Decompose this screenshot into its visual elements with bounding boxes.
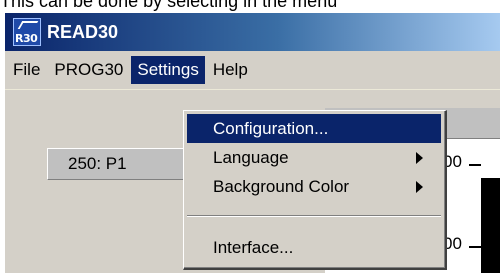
window-title: READ30	[47, 21, 119, 42]
plot-dark-panel	[481, 178, 500, 273]
app-window: R30 READ30 File PROG30 Settings Help 250…	[5, 13, 500, 273]
app-logo-icon: R30	[13, 18, 41, 46]
menu-item-label: Background Color	[213, 176, 350, 196]
menu-file[interactable]: File	[7, 56, 46, 84]
page-caption: This can be done by selecting in the men…	[0, 0, 338, 11]
menu-item-interface[interactable]: Interface...	[187, 233, 441, 262]
menu-item-background-color[interactable]: Background Color	[187, 172, 441, 201]
menu-item-label: Language	[213, 147, 289, 167]
menu-separator	[187, 215, 441, 217]
title-bar[interactable]: R30 READ30	[5, 13, 500, 51]
settings-dropdown-menu: Configuration... Language Background Col…	[183, 110, 447, 270]
axis-tick-mark	[469, 246, 481, 248]
app-logo-icon-text: R30	[15, 32, 38, 45]
menu-bar: File PROG30 Settings Help	[5, 51, 500, 90]
menu-prog30[interactable]: PROG30	[48, 56, 129, 84]
menu-settings[interactable]: Settings	[131, 56, 205, 84]
menu-item-configuration[interactable]: Configuration...	[187, 114, 441, 143]
menu-item-label: Interface...	[213, 237, 294, 257]
submenu-arrow-icon	[416, 152, 423, 164]
menu-item-language[interactable]: Language	[187, 143, 441, 172]
channel-label[interactable]: 250: P1	[47, 148, 197, 180]
submenu-arrow-icon	[416, 181, 423, 193]
axis-tick-mark	[469, 164, 481, 166]
menu-help[interactable]: Help	[207, 56, 254, 84]
menu-item-label: Configuration...	[213, 118, 329, 138]
